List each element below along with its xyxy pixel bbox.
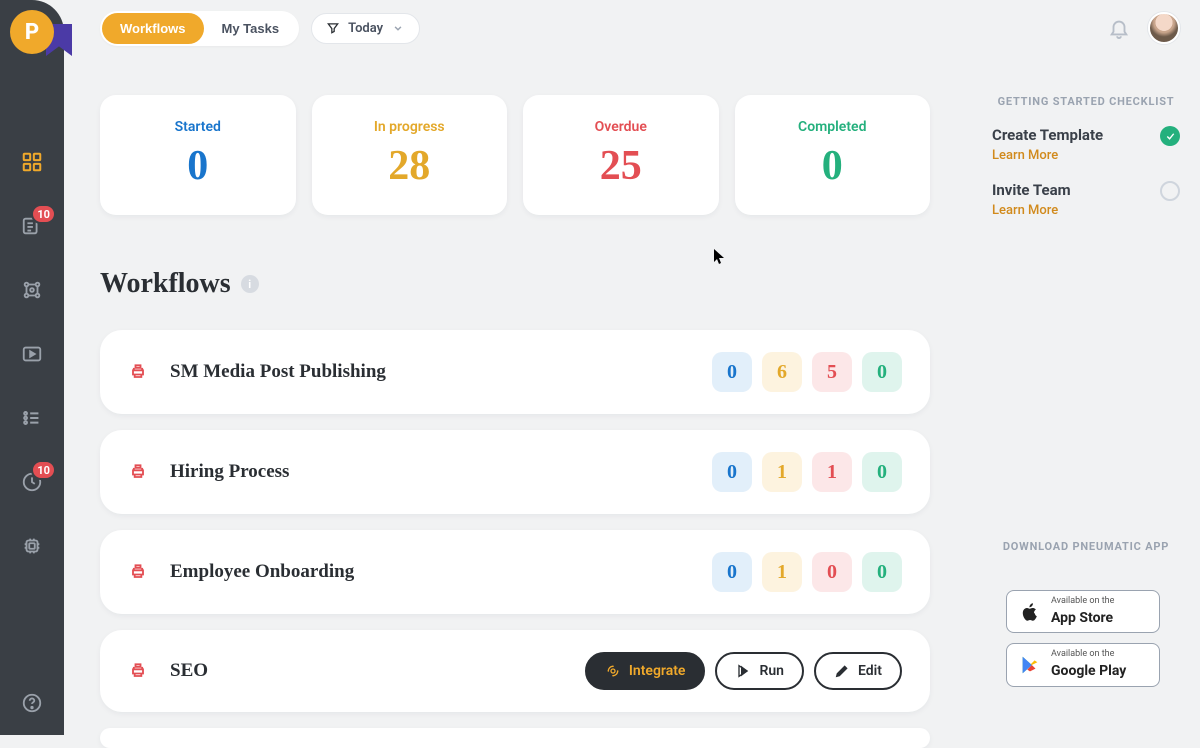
tasks-badge: 10 (31, 204, 56, 224)
workflow-row[interactable]: SM Media Post Publishing 0 6 5 0 (100, 330, 930, 414)
stat-label: In progress (328, 119, 492, 135)
play-square-icon (21, 343, 43, 365)
stat-chip-started: 0 (712, 552, 752, 592)
stat-chip-completed: 0 (862, 552, 902, 592)
stat-started[interactable]: Started 0 (100, 95, 296, 215)
stat-chip-progress: 6 (762, 352, 802, 392)
learn-more-link[interactable]: Learn More (992, 148, 1148, 163)
stat-chip-started: 0 (712, 452, 752, 492)
workflow-actions: Integrate Run Edit (585, 652, 902, 690)
sidebar: P 10 10 (0, 0, 64, 735)
stat-chip-overdue: 5 (812, 352, 852, 392)
stat-label: Overdue (539, 119, 703, 135)
integrate-button[interactable]: Integrate (585, 652, 706, 690)
tab-mytasks[interactable]: My Tasks (204, 13, 298, 44)
stat-chip-progress: 1 (762, 552, 802, 592)
store-buttons: Available on the App Store Available on … (1006, 590, 1160, 687)
nav-activity[interactable]: 10 (12, 462, 52, 502)
checklist-item[interactable]: Invite Team Learn More (992, 181, 1180, 218)
stat-completed[interactable]: Completed 0 (735, 95, 931, 215)
google-play-icon (1019, 654, 1041, 676)
tab-workflows[interactable]: Workflows (102, 13, 204, 44)
getting-started-panel: GETTING STARTED CHECKLIST Create Templat… (992, 95, 1180, 236)
apple-icon (1019, 601, 1041, 623)
activity-badge: 10 (31, 460, 56, 480)
stat-value: 28 (328, 145, 492, 187)
learn-more-link[interactable]: Learn More (992, 203, 1148, 218)
chip-icon (21, 535, 43, 557)
workflow-stats: 0 1 0 0 (712, 552, 902, 592)
workflow-icon (128, 362, 148, 382)
section-title: Workflows i (100, 268, 259, 300)
stat-value: 0 (116, 145, 280, 187)
workflow-name: SEO (170, 660, 208, 682)
stat-chip-completed: 0 (862, 352, 902, 392)
app-store-button[interactable]: Available on the App Store (1006, 590, 1160, 633)
info-icon[interactable]: i (241, 275, 259, 293)
workflow-name: Hiring Process (170, 461, 289, 483)
checklist-item-title: Create Template (992, 126, 1148, 144)
check-done-icon (1160, 126, 1180, 146)
stat-chip-overdue: 0 (812, 552, 852, 592)
nav-workflows[interactable] (12, 270, 52, 310)
nav-tasks[interactable]: 10 (12, 206, 52, 246)
workflow-icon (128, 462, 148, 482)
logo[interactable]: P (0, 8, 76, 56)
date-filter[interactable]: Today (311, 13, 420, 44)
avatar[interactable] (1148, 12, 1180, 44)
workflow-list: SM Media Post Publishing 0 6 5 0 Hiring … (100, 330, 930, 748)
stat-chip-progress: 1 (762, 452, 802, 492)
google-play-button[interactable]: Available on the Google Play (1006, 643, 1160, 686)
checklist-item[interactable]: Create Template Learn More (992, 126, 1180, 163)
stat-label: Started (116, 119, 280, 135)
chevron-down-icon (391, 21, 405, 35)
dashboard-icon (21, 151, 43, 173)
notifications-icon[interactable] (1108, 17, 1130, 39)
stat-chip-completed: 0 (862, 452, 902, 492)
workflow-name: Employee Onboarding (170, 561, 354, 583)
topbar: Workflows My Tasks Today (100, 8, 1180, 48)
cursor-icon (714, 249, 726, 265)
stat-overdue[interactable]: Overdue 25 (523, 95, 719, 215)
stats-row: Started 0 In progress 28 Overdue 25 Comp… (100, 95, 930, 215)
nodes-icon (21, 279, 43, 301)
help-icon (21, 692, 43, 714)
edit-button[interactable]: Edit (814, 652, 902, 690)
workflow-name: SM Media Post Publishing (170, 361, 386, 383)
edit-icon (834, 663, 850, 679)
run-icon (735, 663, 751, 679)
workflow-icon (128, 562, 148, 582)
stat-value: 25 (539, 145, 703, 187)
checklist-title: GETTING STARTED CHECKLIST (992, 95, 1180, 108)
nav-integrations[interactable] (12, 526, 52, 566)
checklist-item-title: Invite Team (992, 181, 1148, 199)
nav-video[interactable] (12, 334, 52, 374)
workflow-row[interactable]: Employee Onboarding 0 1 0 0 (100, 530, 930, 614)
workflow-icon (128, 661, 148, 681)
workflow-row[interactable]: Hiring Process 0 1 1 0 (100, 430, 930, 514)
workflow-row[interactable] (100, 728, 930, 748)
stat-in-progress[interactable]: In progress 28 (312, 95, 508, 215)
check-todo-icon (1160, 181, 1180, 201)
list-icon (21, 407, 43, 429)
stat-chip-started: 0 (712, 352, 752, 392)
nav-list[interactable] (12, 398, 52, 438)
download-title: DOWNLOAD PNEUMATIC APP (992, 540, 1180, 553)
stat-label: Completed (751, 119, 915, 135)
workflow-stats: 0 1 1 0 (712, 452, 902, 492)
run-button[interactable]: Run (715, 652, 804, 690)
workflow-stats: 0 6 5 0 (712, 352, 902, 392)
nav-help[interactable] (12, 683, 52, 723)
view-segmented: Workflows My Tasks (100, 11, 299, 46)
page-title: Workflows (100, 268, 231, 300)
date-filter-label: Today (348, 21, 383, 36)
stat-chip-overdue: 1 (812, 452, 852, 492)
workflow-row[interactable]: SEO Integrate Run Edit (100, 630, 930, 712)
filter-icon (326, 21, 340, 35)
nav-dashboard[interactable] (12, 142, 52, 182)
stat-value: 0 (751, 145, 915, 187)
integrate-icon (605, 663, 621, 679)
